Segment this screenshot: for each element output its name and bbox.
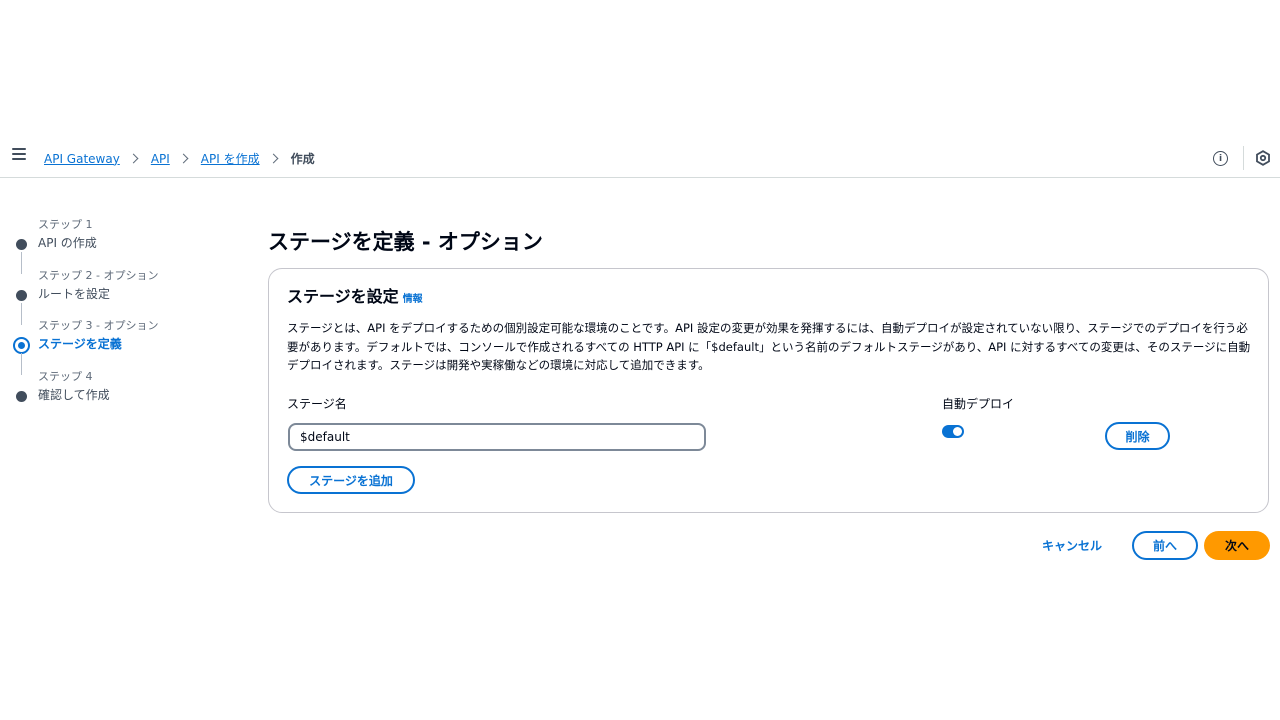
auto-deploy-label: 自動デプロイ xyxy=(942,397,1015,411)
breadcrumb: API Gateway API API を作成 作成 xyxy=(44,150,315,167)
chevron-right-icon xyxy=(178,153,189,164)
step-number: ステップ 1 xyxy=(38,218,93,231)
header-divider xyxy=(1243,146,1244,170)
panel-title: ステージを設定 情報 xyxy=(287,283,423,307)
auto-deploy-toggle[interactable] xyxy=(942,425,964,438)
page-title: ステージを定義 - オプション xyxy=(268,230,543,254)
wizard-steps: ステップ 1 API の作成 ステップ 2 - オプション ルートを設定 ステッ… xyxy=(13,218,244,421)
stage-name-input[interactable] xyxy=(288,423,706,451)
breadcrumb-api[interactable]: API xyxy=(151,152,170,166)
info-link[interactable]: 情報 xyxy=(403,294,423,305)
stage-name-label: ステージ名 xyxy=(287,397,347,411)
step-indicator-dot xyxy=(16,239,27,250)
add-stage-button[interactable]: ステージを追加 xyxy=(287,466,415,494)
step-title: ステージを定義 xyxy=(38,337,122,351)
step-number: ステップ 2 - オプション xyxy=(38,268,159,282)
step-3[interactable]: ステップ 3 - オプション ステージを定義 xyxy=(13,319,244,375)
step-4[interactable]: ステップ 4 確認して作成 xyxy=(14,370,244,421)
stage-settings-panel: ステージを設定 情報 ステージとは、API をデプロイするための個別設定可能な環境… xyxy=(268,268,1269,513)
step-number: ステップ 3 - オプション xyxy=(38,319,159,332)
step-number: ステップ 4 xyxy=(38,369,93,383)
next-button[interactable]: 次へ xyxy=(1204,531,1270,560)
step-indicator-dot xyxy=(16,289,27,301)
chevron-right-icon xyxy=(128,153,139,164)
top-navigation-bar: API Gateway API API を作成 作成 i xyxy=(0,140,1280,178)
step-2[interactable]: ステップ 2 - オプション ルートを設定 xyxy=(14,268,244,325)
step-indicator-active-dot xyxy=(13,337,30,354)
panel-description: ステージとは、API をデプロイするための個別設定可能な環境のことです。API … xyxy=(287,321,1251,372)
breadcrumb-api-gateway[interactable]: API Gateway xyxy=(44,152,120,166)
step-title: API の作成 xyxy=(38,236,97,250)
previous-button[interactable]: 前へ xyxy=(1132,531,1198,560)
settings-icon[interactable] xyxy=(1255,150,1271,166)
chevron-right-icon xyxy=(268,153,279,164)
step-title: 確認して作成 xyxy=(38,387,110,402)
hamburger-menu-icon[interactable] xyxy=(12,148,26,162)
step-title: ルートを設定 xyxy=(38,286,111,301)
breadcrumb-current: 作成 xyxy=(290,152,315,166)
panel-title-text: ステージを設定 xyxy=(287,287,399,306)
step-1[interactable]: ステップ 1 API の作成 xyxy=(14,218,244,274)
info-icon[interactable]: i xyxy=(1213,151,1228,166)
step-indicator-dot xyxy=(16,390,27,402)
delete-stage-button[interactable]: 削除 xyxy=(1105,422,1170,450)
cancel-button[interactable]: キャンセル xyxy=(1042,537,1102,554)
breadcrumb-create-api[interactable]: API を作成 xyxy=(201,150,260,167)
